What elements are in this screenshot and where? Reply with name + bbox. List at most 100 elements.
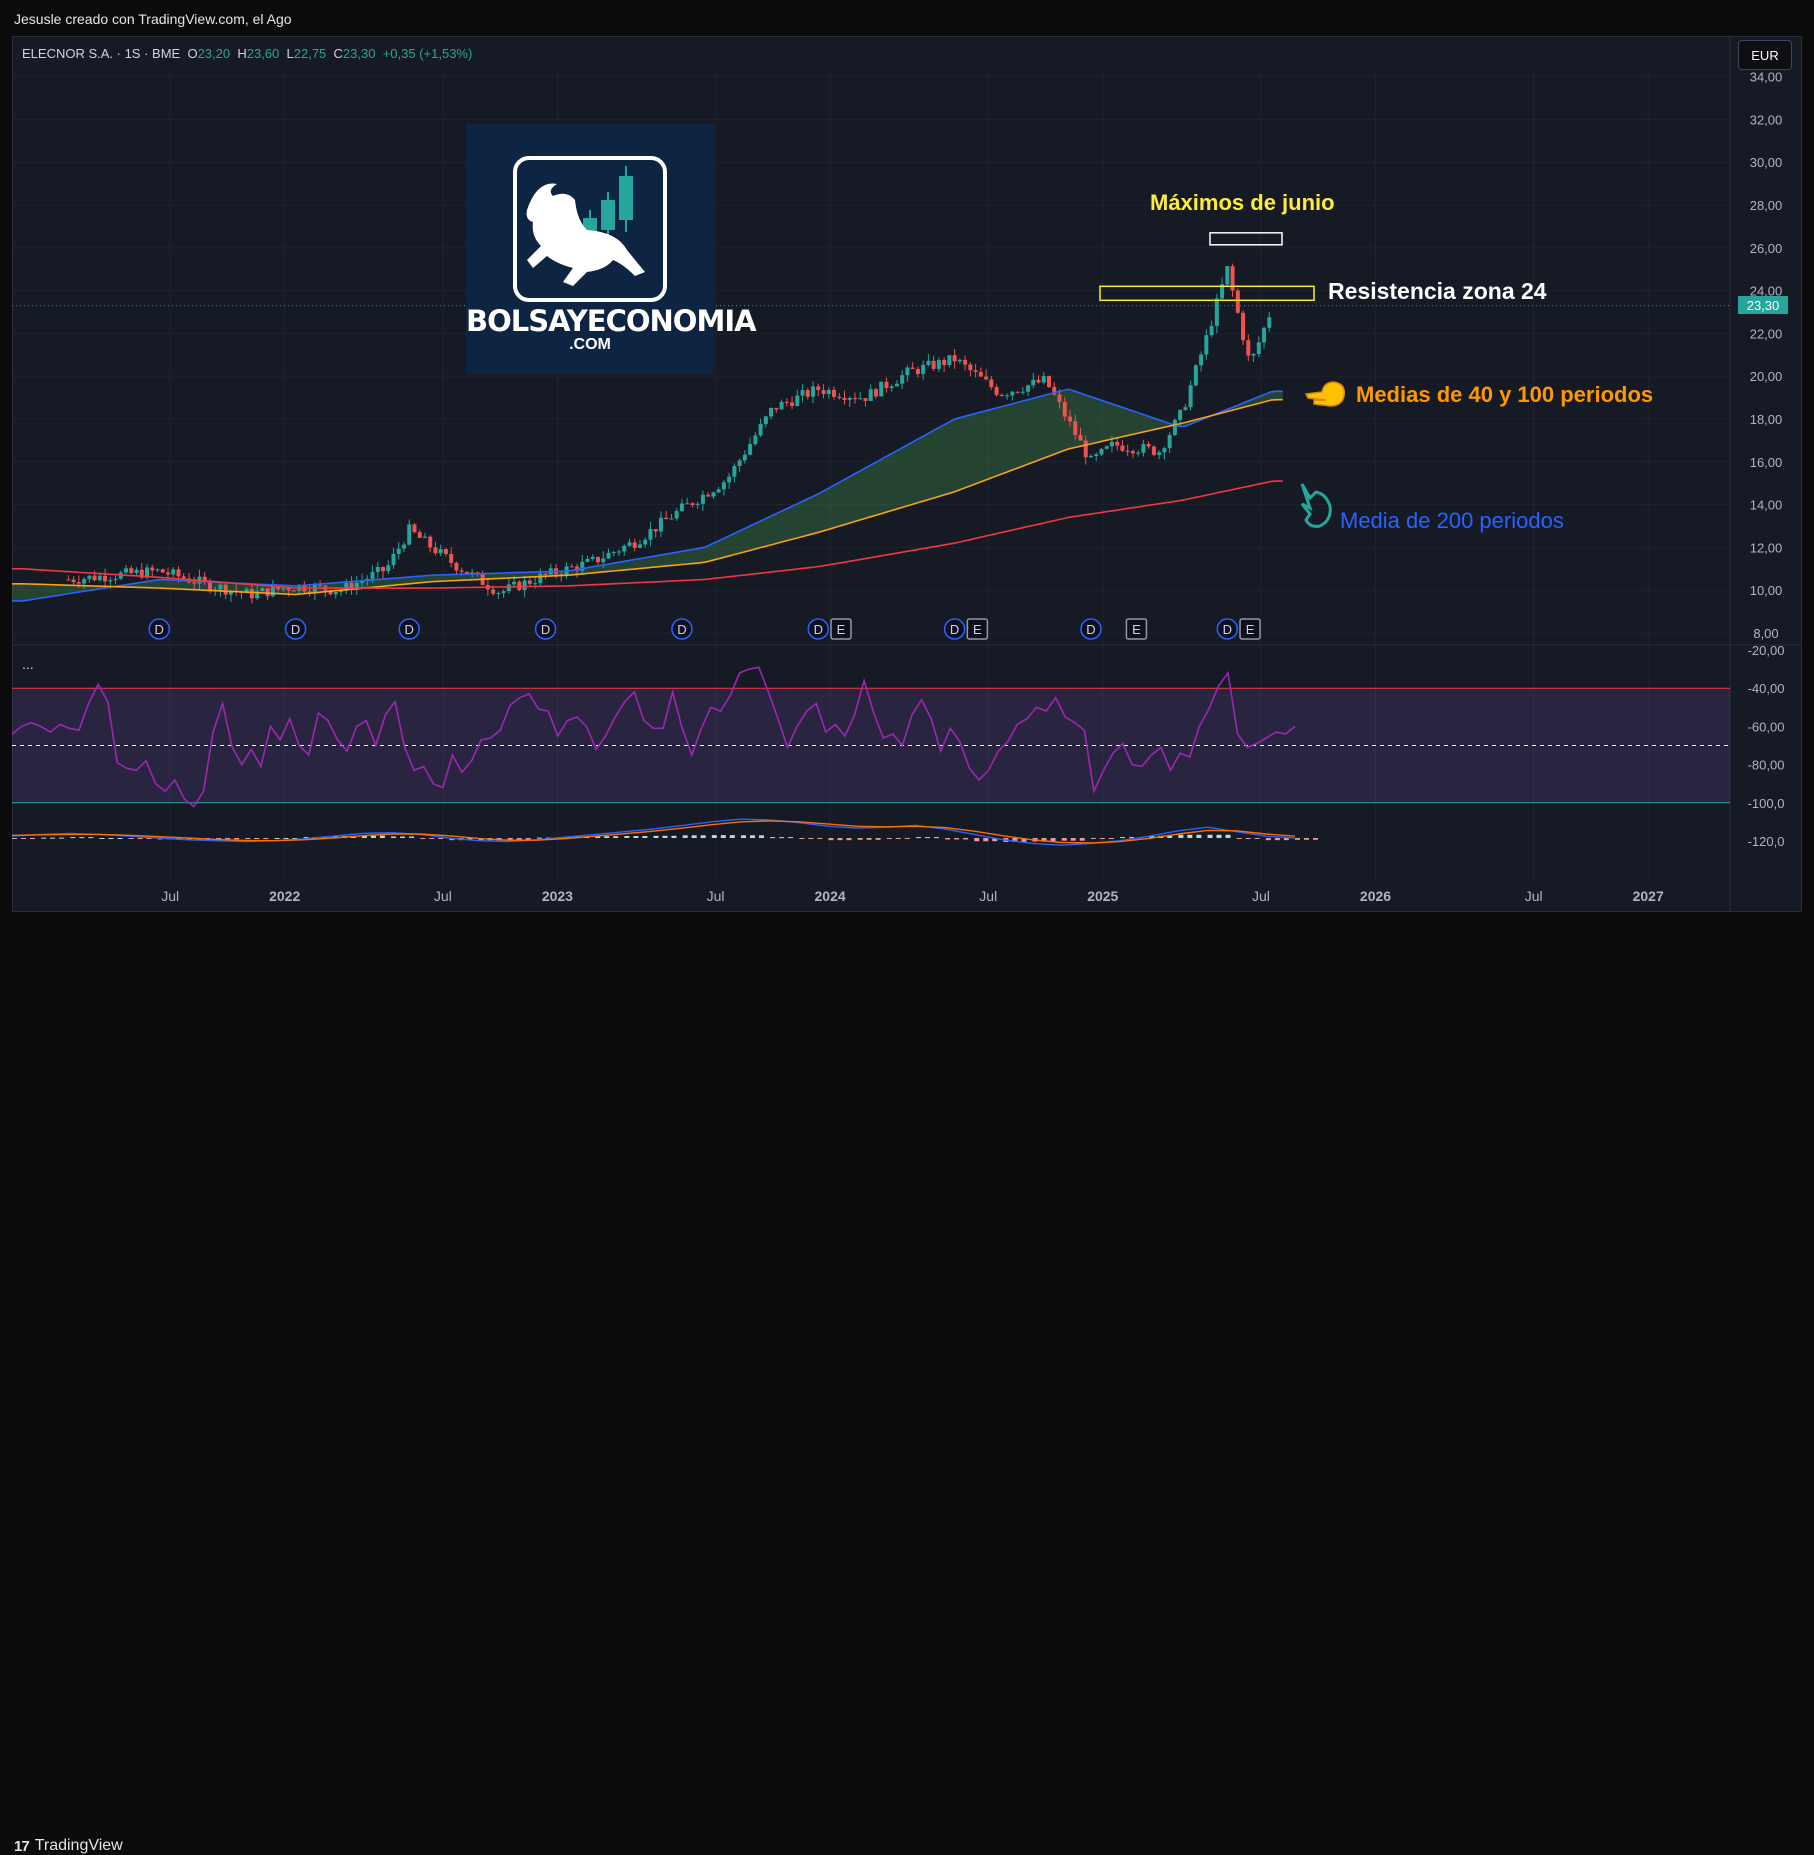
candle-body xyxy=(763,416,768,424)
macd-histogram-bar xyxy=(1196,834,1202,838)
indicator-menu-button[interactable]: ... xyxy=(22,656,34,672)
candle-body xyxy=(1109,441,1114,447)
candle-body xyxy=(1020,391,1025,393)
candle-body xyxy=(963,359,968,365)
close-label: C xyxy=(333,46,343,61)
candle-body xyxy=(407,524,412,545)
time-tick-label: 2023 xyxy=(542,888,573,904)
candle-body xyxy=(1214,298,1219,326)
macd-histogram-bar xyxy=(749,835,755,838)
candle-body xyxy=(1088,456,1093,458)
high-label: H xyxy=(237,46,247,61)
marker-label: D xyxy=(1086,622,1095,637)
macd-histogram-bar xyxy=(846,838,852,841)
candle-body xyxy=(491,589,496,594)
candle-body xyxy=(386,565,391,572)
candle-body xyxy=(223,584,228,595)
candle-body xyxy=(124,568,129,573)
candle-body xyxy=(858,398,863,400)
change-value: +0,35 (+1,53%) xyxy=(382,46,473,61)
macd-histogram-bar xyxy=(642,836,648,838)
time-tick-label: 2024 xyxy=(815,888,846,904)
symbol-name[interactable]: ELECNOR S.A. · 1S · BME xyxy=(22,46,180,61)
macd-histogram-bar xyxy=(1304,838,1309,840)
macd-histogram-bar xyxy=(633,836,639,838)
candle-body xyxy=(632,542,637,548)
candle-body xyxy=(800,390,805,396)
macd-histogram-bar xyxy=(1099,838,1105,839)
pointing-hand-icon xyxy=(1304,381,1346,407)
macd-histogram-bar xyxy=(875,838,881,840)
candle-body xyxy=(155,569,160,571)
macd-histogram-bar xyxy=(1108,838,1114,839)
candle-body xyxy=(496,593,501,595)
candle-body xyxy=(706,494,711,497)
macd-histogram-bar xyxy=(254,838,260,840)
candle-body xyxy=(601,558,606,563)
macd-histogram-bar xyxy=(409,836,415,838)
macd-histogram-bar xyxy=(770,837,776,839)
chart-svg[interactable]: 8,00 10,00 12,00 14,00 16,00 18,00 20,00 22,00 2… xyxy=(0,0,1814,957)
marker-label: D xyxy=(950,622,959,637)
macd-histogram-bar xyxy=(758,835,764,838)
candle-body xyxy=(637,544,642,548)
pointing-down-hand-icon xyxy=(1300,483,1332,528)
candle-body xyxy=(171,569,176,575)
candle-body xyxy=(1031,379,1036,386)
candle-body xyxy=(727,476,732,483)
macd-histogram-bar xyxy=(1207,834,1213,838)
candle-body xyxy=(533,583,538,585)
macd-histogram-bar xyxy=(895,838,901,839)
candle-body xyxy=(176,569,181,577)
candle-body xyxy=(611,552,616,554)
candle-body xyxy=(978,371,983,377)
macd-histogram-bar xyxy=(88,837,94,839)
tradingview-brand[interactable]: 17 TradingView xyxy=(14,1837,123,1855)
candle-body xyxy=(774,407,779,410)
macd-histogram-bar xyxy=(1216,834,1222,838)
osc-tick-label: -120,0 xyxy=(1748,834,1785,849)
symbol-legend[interactable]: ELECNOR S.A. · 1S · BME O23,20 H23,60 L2… xyxy=(22,46,472,61)
price-tick-label: 22,00 xyxy=(1750,326,1783,341)
macd-histogram-bar xyxy=(817,838,823,839)
candle-body xyxy=(265,588,270,597)
candle-body xyxy=(1041,376,1046,383)
candle-body xyxy=(381,567,386,572)
candle-body xyxy=(522,580,527,591)
candle-body xyxy=(1241,312,1246,341)
candle-body xyxy=(218,584,223,590)
candle-body xyxy=(695,503,700,506)
candle-body xyxy=(1235,290,1240,313)
candle-body xyxy=(82,579,87,584)
macd-histogram-bar xyxy=(59,837,65,839)
candle-body xyxy=(779,401,784,410)
candle-body xyxy=(150,567,155,571)
candle-body xyxy=(852,397,857,400)
candle-body xyxy=(936,359,941,369)
candle-body xyxy=(737,460,742,466)
candle-body xyxy=(501,591,506,594)
macd-histogram-bar xyxy=(79,837,85,839)
resistance-box xyxy=(1099,285,1315,302)
candle-body xyxy=(375,567,380,572)
annotation-maximos: Máximos de junio xyxy=(1150,190,1335,215)
candle-body xyxy=(622,545,627,552)
macd-histogram-bar xyxy=(429,838,435,839)
last-price-tag: 23,30 xyxy=(1738,296,1788,314)
macd-histogram-bar xyxy=(274,838,280,839)
candle-body xyxy=(790,402,795,406)
macd-histogram-bar xyxy=(954,838,960,840)
macd-histogram-bar xyxy=(1225,834,1231,838)
marker-label: E xyxy=(973,622,982,637)
macd-histogram-bar xyxy=(945,838,951,840)
candle-body xyxy=(1125,450,1130,452)
osc-tick-label: -100,0 xyxy=(1748,796,1785,811)
candle-body xyxy=(716,489,721,493)
time-tick-label: Jul xyxy=(707,888,725,904)
currency-button[interactable]: EUR xyxy=(1738,40,1792,70)
time-tick-label: Jul xyxy=(1525,888,1543,904)
brand-logo: BOLSAYECONOMIA .COM xyxy=(466,124,757,374)
candle-body xyxy=(606,552,611,559)
macd-histogram-bar xyxy=(974,838,980,842)
price-tick-label: 20,00 xyxy=(1750,369,1783,384)
